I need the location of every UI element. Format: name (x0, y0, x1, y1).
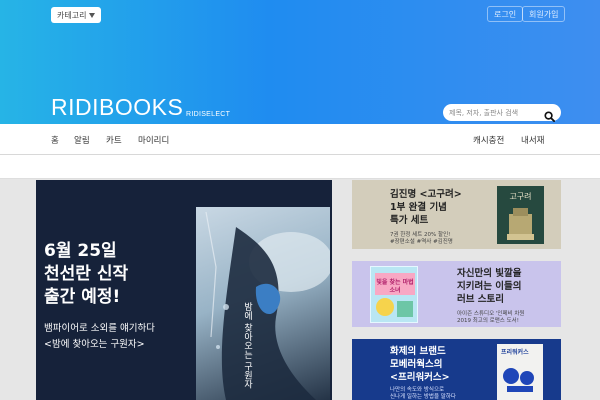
header-banner: 카테고리 로그인 회원가입 RIDIBOOKS RIDISELECT (0, 0, 600, 124)
sub-nav-strip (0, 155, 600, 179)
main-promo-banner[interactable]: 6월 25일 천선란 신작 출간 예정! 뱀파이어로 소외를 얘기하다 <밤에 … (36, 180, 332, 400)
category-button[interactable]: 카테고리 (51, 7, 102, 23)
cover-title: 빛을 찾는 마법 소녀 (376, 279, 414, 294)
search-box (443, 104, 561, 122)
cover-title: 프리워커스 (501, 349, 529, 356)
banner-title: 6월 25일 천선란 신작 출간 예정! (44, 241, 129, 307)
nav-notifications[interactable]: 알림 (74, 134, 90, 146)
card-note: 7권 한정 세트 20% 할인! #장편소설 #역사 #김진명 (390, 232, 453, 245)
card-title: 자신만의 빛깔을 지키려는 이들의 러브 스토리 (457, 268, 522, 305)
nav-my-library[interactable]: 내서재 (521, 134, 544, 146)
card-title: 김진명 <고구려> 1부 완결 기념 특가 세트 (390, 189, 462, 226)
dropdown-caret-icon (89, 12, 96, 18)
nav-cart[interactable]: 카트 (106, 134, 122, 146)
signup-button[interactable]: 회원가입 (522, 6, 566, 22)
promo-card-goguryeo[interactable]: 김진명 <고구려> 1부 완결 기념 특가 세트 7권 한정 세트 20% 할인… (352, 180, 561, 249)
promo-card-love-story[interactable]: 자신만의 빛깔을 지키려는 이들의 러브 스토리 아이즌 스튜디오 '인페비 차… (352, 261, 561, 327)
nav-cash-charge[interactable]: 캐시충전 (473, 134, 504, 146)
category-label: 카테고리 (57, 10, 87, 20)
cover-vertical-title: 밤에 찾아오는 구원자 (242, 302, 252, 389)
card-note: 나만의 속도와 방식으로 신나게 일하는 방법을 말하다 (390, 387, 456, 400)
nav-home[interactable]: 홈 (51, 134, 59, 146)
login-button[interactable]: 로그인 (487, 6, 524, 22)
ridiselect-link[interactable]: RIDISELECT (186, 111, 230, 118)
book-cover-image: 밤에 찾아오는 구원자 (196, 207, 332, 400)
ridibooks-logo[interactable]: RIDIBOOKS (51, 94, 183, 121)
cover-title: 고구려 (509, 192, 532, 201)
search-input[interactable] (449, 108, 539, 117)
book-cover-goguryeo: 고구려 (497, 186, 544, 244)
book-cover-love-story: 빛을 찾는 마법 소녀 (370, 266, 418, 323)
promo-card-freeworkers[interactable]: 화제의 브랜드 모베러웍스의 <프리워커스> 나만의 속도와 방식으로 신나게 … (352, 339, 561, 400)
card-title: 화제의 브랜드 모베러웍스의 <프리워커스> (390, 346, 450, 383)
main-nav: 홈 알림 카트 마이리디 캐시충전 내서재 (0, 124, 600, 155)
card-note: 아이즌 스튜디오 '인페비 차원 2019 최고의 로맨스 도서! (457, 311, 525, 324)
book-cover-freeworkers: 프리워커스 (497, 344, 543, 400)
nav-my-ridi[interactable]: 마이리디 (138, 134, 169, 146)
